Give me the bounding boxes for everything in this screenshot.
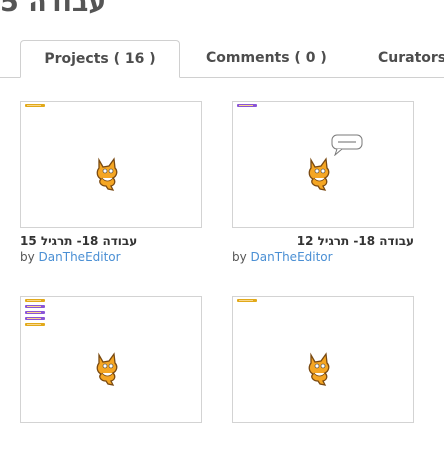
project-card[interactable]: עבודה 18- תרגיל 12 by DanTheEditor bbox=[232, 101, 414, 265]
project-title[interactable] bbox=[20, 429, 202, 444]
project-card[interactable]: עבודה 18- תרגיל 15 by DanTheEditor bbox=[20, 101, 202, 265]
project-owner bbox=[20, 444, 202, 460]
project-owner bbox=[232, 444, 414, 460]
speech-bubble-icon bbox=[331, 134, 363, 156]
project-title[interactable]: עבודה 18- תרגיל 12 bbox=[232, 234, 414, 249]
by-label: by bbox=[20, 250, 35, 264]
project-title[interactable] bbox=[232, 429, 414, 444]
code-block-icon bbox=[25, 299, 45, 302]
code-block-icon bbox=[25, 305, 45, 308]
page-title: עבודה 5 bbox=[0, 0, 107, 18]
tab-bar: Projects ( 16 ) Comments ( 0 ) Curators bbox=[0, 40, 444, 78]
code-block-icon bbox=[237, 104, 257, 107]
project-thumbnail[interactable] bbox=[232, 296, 414, 423]
code-block-icon bbox=[25, 317, 45, 320]
scratch-cat-icon bbox=[96, 157, 118, 191]
owner-link[interactable]: DanTheEditor bbox=[251, 250, 333, 264]
project-title[interactable]: עבודה 18- תרגיל 15 bbox=[20, 234, 202, 249]
code-block-icon bbox=[25, 104, 45, 107]
code-block-icon bbox=[237, 299, 257, 302]
by-label: by bbox=[232, 250, 247, 264]
tab-comments[interactable]: Comments ( 0 ) bbox=[206, 40, 327, 78]
code-block-icon bbox=[25, 311, 45, 314]
project-owner: by DanTheEditor bbox=[20, 249, 202, 265]
scratch-cat-icon bbox=[96, 352, 118, 386]
project-owner: by DanTheEditor bbox=[232, 249, 414, 265]
owner-link[interactable]: DanTheEditor bbox=[39, 250, 121, 264]
tab-projects[interactable]: Projects ( 16 ) bbox=[20, 40, 180, 78]
project-card[interactable] bbox=[20, 296, 202, 460]
scratch-cat-icon bbox=[308, 157, 330, 191]
project-thumbnail[interactable] bbox=[20, 296, 202, 423]
project-card[interactable] bbox=[232, 296, 414, 460]
project-thumbnail[interactable] bbox=[20, 101, 202, 228]
project-thumbnail[interactable] bbox=[232, 101, 414, 228]
code-block-icon bbox=[25, 323, 45, 326]
tab-curators[interactable]: Curators bbox=[378, 40, 444, 78]
scratch-cat-icon bbox=[308, 352, 330, 386]
